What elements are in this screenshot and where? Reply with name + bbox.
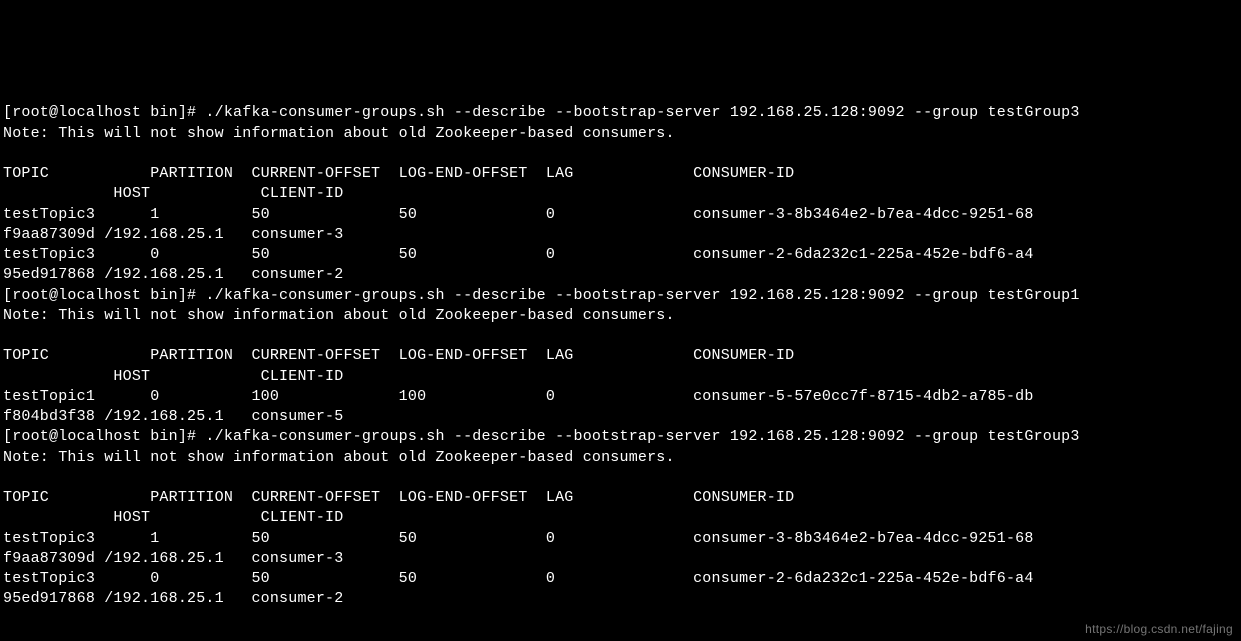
note-line-0: Note: This will not show information abo… (3, 125, 675, 142)
watermark-text: https://blog.csdn.net/fajing (1085, 621, 1233, 637)
row-0-0-line1: testTopic3 1 50 50 0 consumer-3-8b3464e2… (3, 206, 1034, 223)
row-2-0-line2: f9aa87309d /192.168.25.1 consumer-3 (3, 550, 343, 567)
header-line1-0: TOPIC PARTITION CURRENT-OFFSET LOG-END-O… (3, 165, 794, 182)
row-1-0-line1: testTopic1 0 100 100 0 consumer-5-57e0cc… (3, 388, 1034, 405)
header-line1-2: TOPIC PARTITION CURRENT-OFFSET LOG-END-O… (3, 489, 794, 506)
row-0-0-line2: f9aa87309d /192.168.25.1 consumer-3 (3, 226, 343, 243)
row-0-1-line2: 95ed917868 /192.168.25.1 consumer-2 (3, 266, 343, 283)
note-line-1: Note: This will not show information abo… (3, 307, 675, 324)
terminal-output[interactable]: [root@localhost bin]# ./kafka-consumer-g… (0, 101, 1241, 611)
command-line-2[interactable]: [root@localhost bin]# ./kafka-consumer-g… (3, 428, 1080, 445)
command-line-0[interactable]: [root@localhost bin]# ./kafka-consumer-g… (3, 104, 1080, 121)
command-line-1[interactable]: [root@localhost bin]# ./kafka-consumer-g… (3, 287, 1080, 304)
row-2-1-line2: 95ed917868 /192.168.25.1 consumer-2 (3, 590, 343, 607)
note-line-2: Note: This will not show information abo… (3, 449, 675, 466)
row-2-0-line1: testTopic3 1 50 50 0 consumer-3-8b3464e2… (3, 530, 1034, 547)
header-line2-0: HOST CLIENT-ID (3, 185, 343, 202)
row-2-1-line1: testTopic3 0 50 50 0 consumer-2-6da232c1… (3, 570, 1034, 587)
header-line1-1: TOPIC PARTITION CURRENT-OFFSET LOG-END-O… (3, 347, 794, 364)
header-line2-2: HOST CLIENT-ID (3, 509, 343, 526)
row-1-0-line2: f804bd3f38 /192.168.25.1 consumer-5 (3, 408, 343, 425)
header-line2-1: HOST CLIENT-ID (3, 368, 343, 385)
row-0-1-line1: testTopic3 0 50 50 0 consumer-2-6da232c1… (3, 246, 1034, 263)
